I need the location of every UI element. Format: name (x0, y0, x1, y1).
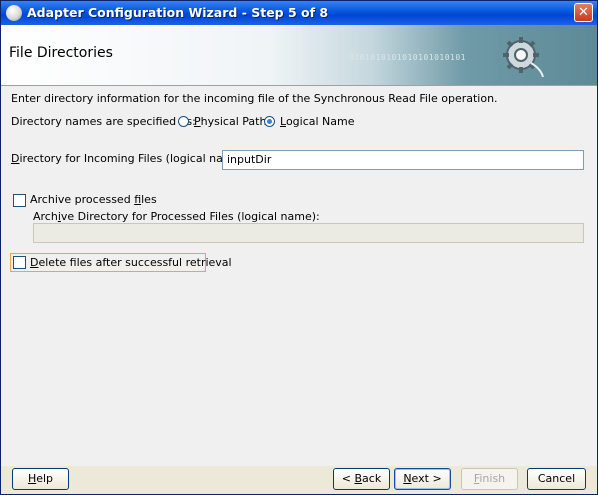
window-title: Adapter Configuration Wizard - Step 5 of… (27, 5, 329, 20)
help-button[interactable]: Help (12, 468, 69, 490)
archive-processed-checkbox[interactable] (13, 194, 26, 207)
incoming-directory-label: Directory for Incoming Files (logical na… (11, 152, 249, 165)
delete-files-checkbox[interactable] (13, 256, 26, 269)
archive-processed-label[interactable]: Archive processed files (30, 193, 157, 206)
physical-path-label[interactable]: Physical Path (194, 115, 266, 128)
physical-path-radio[interactable] (178, 116, 189, 127)
directory-names-label: Directory names are specified as: (11, 115, 196, 128)
title-bar[interactable]: Adapter Configuration Wizard - Step 5 of… (1, 1, 597, 25)
wizard-body: Enter directory information for the inco… (1, 86, 597, 466)
banner-binary-decoration: 0101010101010101010101 (349, 53, 466, 62)
intro-text: Enter directory information for the inco… (11, 92, 498, 105)
page-header-banner: File Directories 0101010101010101010101 (1, 25, 597, 86)
archive-directory-input (33, 223, 584, 243)
page-title: File Directories (9, 45, 113, 61)
finish-button: Finish (461, 468, 518, 490)
gear-icon (503, 37, 544, 77)
logical-name-radio[interactable] (264, 116, 275, 127)
next-button[interactable]: Next > (394, 468, 451, 490)
close-button[interactable]: ✕ (574, 3, 593, 22)
wizard-window: Adapter Configuration Wizard - Step 5 of… (0, 0, 598, 495)
incoming-directory-input[interactable]: inputDir (222, 150, 584, 170)
back-button[interactable]: < Back (333, 468, 390, 490)
logical-name-label[interactable]: Logical Name (280, 115, 355, 128)
cancel-button[interactable]: Cancel (527, 468, 586, 490)
app-icon (6, 5, 22, 21)
delete-files-label[interactable]: Delete files after successful retrieval (30, 256, 232, 269)
archive-directory-label: Archive Directory for Processed Files (l… (33, 210, 320, 223)
